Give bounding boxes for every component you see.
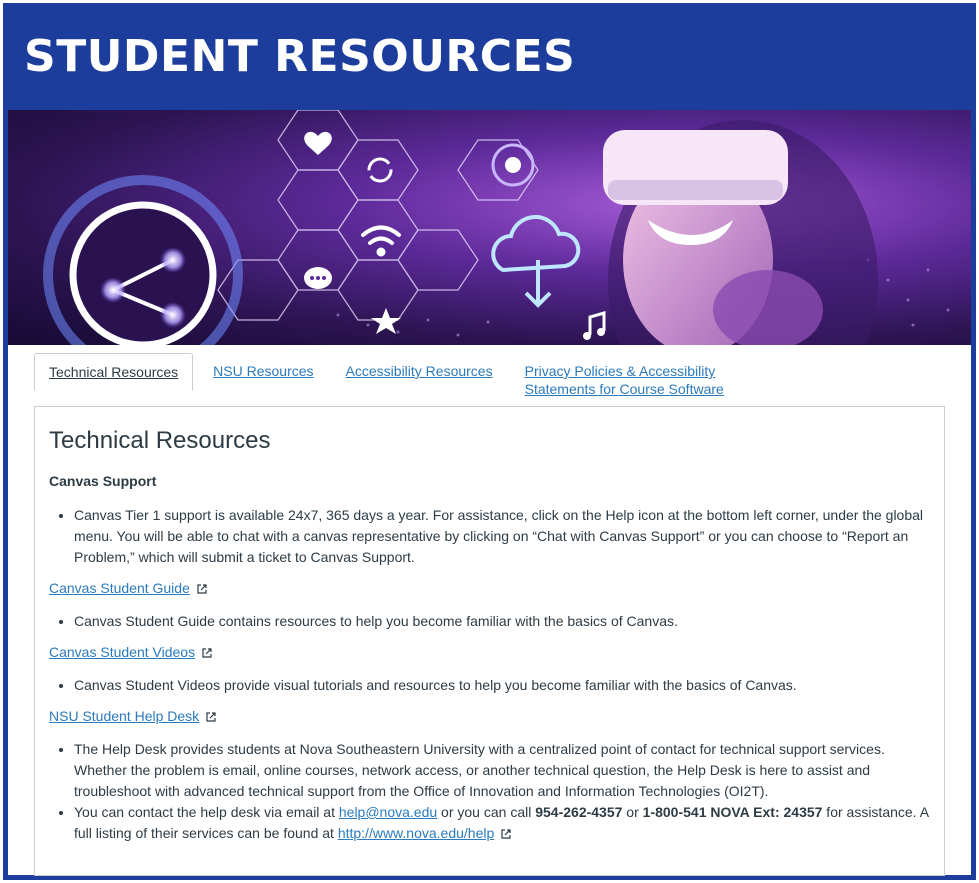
page-frame: STUDENT RESOURCES Technical Resources NS… <box>3 3 976 880</box>
list-item: Canvas Tier 1 support is available 24x7,… <box>74 505 930 568</box>
content-area: Technical Resources NSU Resources Access… <box>8 345 971 876</box>
touch-icon <box>491 143 535 187</box>
tab-technical-resources[interactable]: Technical Resources <box>34 353 194 391</box>
phone-number-2: 1-800-541 NOVA Ext: 24357 <box>642 804 823 820</box>
contact-mid: or you can call <box>437 804 536 820</box>
tab-panel-technical-resources: Technical Resources Canvas Support Canva… <box>34 406 945 876</box>
external-link-icon <box>206 712 216 722</box>
help-url-link[interactable]: http://www.nova.edu/help <box>338 825 494 841</box>
list-item: Canvas Student Videos provide visual tut… <box>74 675 930 696</box>
star-icon <box>371 308 401 334</box>
external-link-icon <box>202 648 212 658</box>
phone-number-1: 954-262-4357 <box>535 804 623 820</box>
external-link-icon <box>197 584 207 594</box>
share-icon <box>43 175 243 345</box>
contact-prefix: You can contact the help desk via email … <box>74 804 339 820</box>
list-item: The Help Desk provides students at Nova … <box>74 739 930 802</box>
page-title: STUDENT RESOURCES <box>24 31 576 82</box>
external-link-icon <box>501 829 511 839</box>
banner-illustration <box>43 110 950 345</box>
chat-icon <box>304 267 332 289</box>
tab-nsu-resources[interactable]: NSU Resources <box>199 353 327 380</box>
canvas-support-list: Canvas Tier 1 support is available 24x7,… <box>74 505 930 568</box>
list-item-contact: You can contact the help desk via email … <box>74 802 930 844</box>
canvas-student-guide-link[interactable]: Canvas Student Guide <box>49 580 190 596</box>
list-item: Canvas Student Guide contains resources … <box>74 611 930 632</box>
wifi-icon <box>361 225 401 257</box>
tab-accessibility-resources[interactable]: Accessibility Resources <box>332 353 507 380</box>
canvas-support-heading: Canvas Support <box>49 473 157 489</box>
link-row: Canvas Student Guide <box>49 579 930 597</box>
help-email-link[interactable]: help@nova.edu <box>339 804 437 820</box>
link-row: NSU Student Help Desk <box>49 707 930 725</box>
student-videos-list: Canvas Student Videos provide visual tut… <box>74 675 930 696</box>
banner-image <box>8 110 971 345</box>
nsu-help-desk-link[interactable]: NSU Student Help Desk <box>49 708 199 724</box>
vr-person <box>603 120 878 345</box>
link-row: Canvas Student Videos <box>49 643 930 661</box>
contact-or: or <box>622 804 643 820</box>
refresh-icon <box>367 157 393 183</box>
page-header: STUDENT RESOURCES <box>8 3 971 110</box>
cloud-download-icon <box>491 214 581 308</box>
music-icon <box>583 311 606 340</box>
heart-icon <box>304 131 332 155</box>
student-guide-list: Canvas Student Guide contains resources … <box>74 611 930 632</box>
panel-title: Technical Resources <box>49 427 271 454</box>
tab-privacy-policies[interactable]: Privacy Policies & Accessibility Stateme… <box>511 353 741 398</box>
help-desk-list: The Help Desk provides students at Nova … <box>74 739 930 844</box>
tab-bar: Technical Resources NSU Resources Access… <box>34 353 945 406</box>
canvas-student-videos-link[interactable]: Canvas Student Videos <box>49 644 195 660</box>
